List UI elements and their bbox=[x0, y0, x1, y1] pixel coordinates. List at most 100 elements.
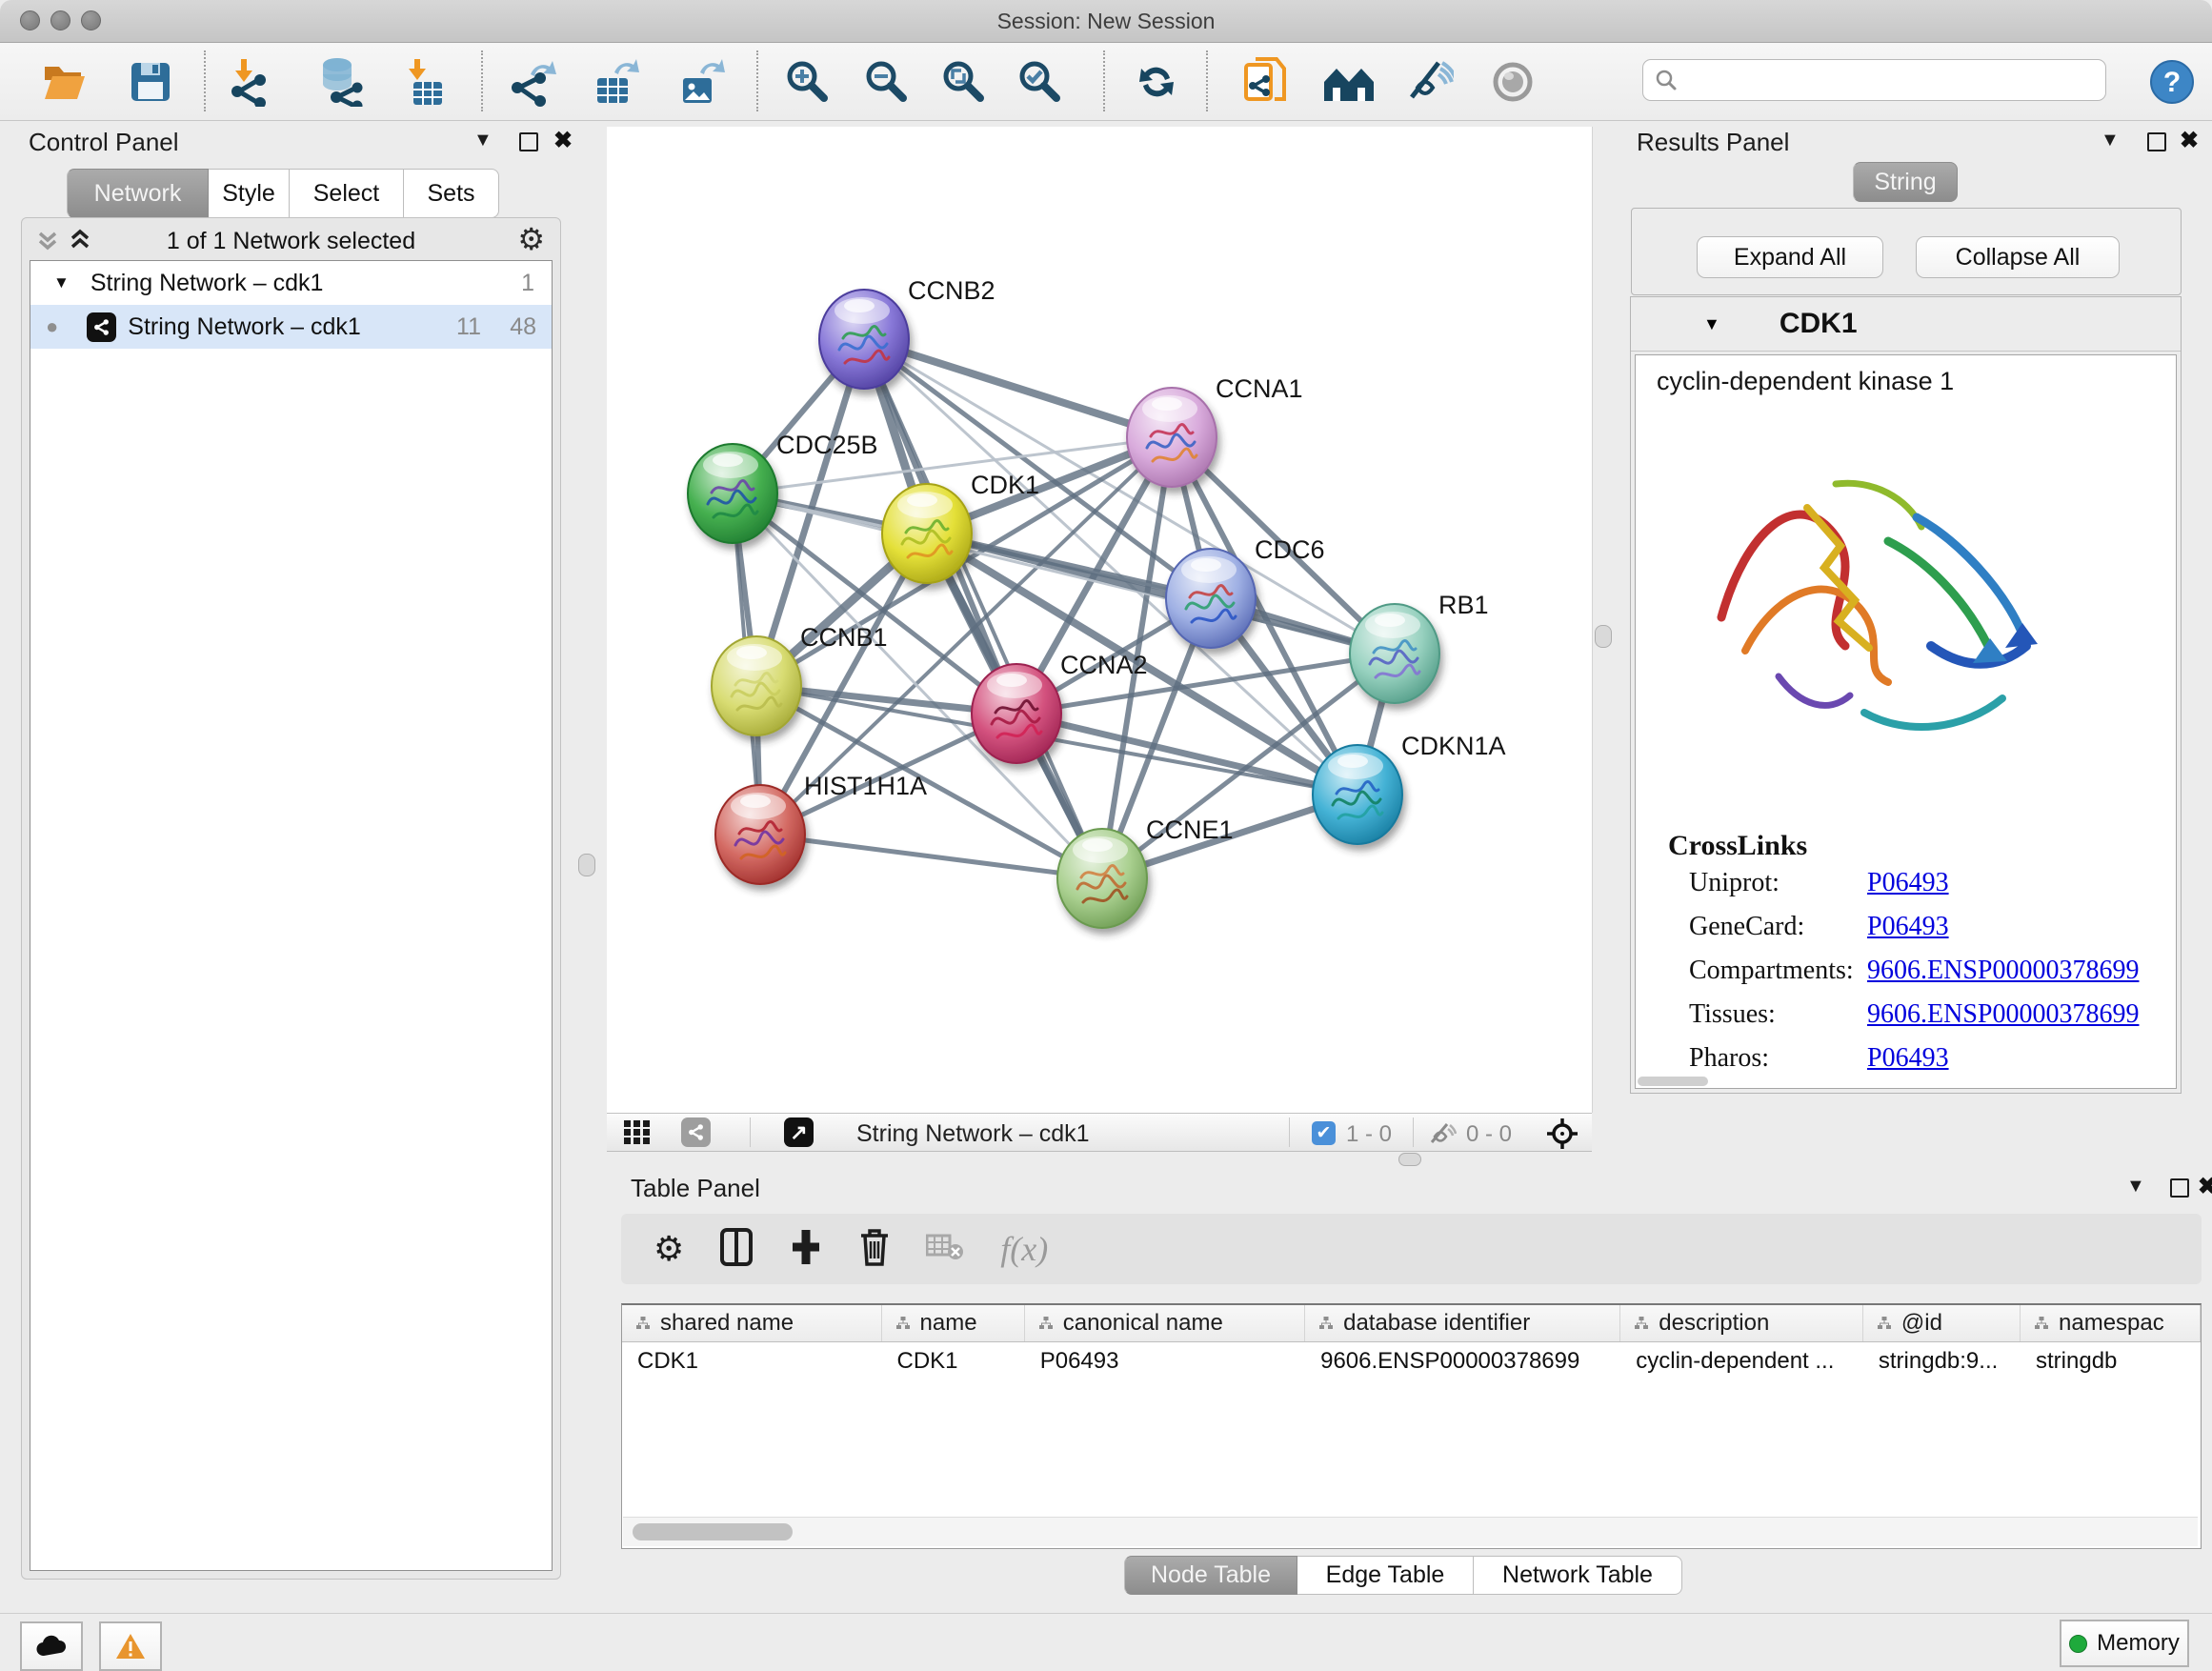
export-image-icon[interactable] bbox=[674, 56, 727, 108]
network-collection-row[interactable]: ▼ String Network – cdk1 1 bbox=[30, 261, 552, 305]
search-field[interactable] bbox=[1642, 59, 2106, 101]
tab-node-table[interactable]: Node Table bbox=[1124, 1556, 1297, 1595]
cell-shared-name[interactable]: CDK1 bbox=[622, 1342, 882, 1380]
refresh-layout-icon[interactable] bbox=[1130, 56, 1183, 108]
table-hscrollbar[interactable] bbox=[623, 1517, 2198, 1546]
import-network-file-icon[interactable] bbox=[224, 56, 277, 108]
crosslink-value-Uniprot[interactable]: P06493 bbox=[1867, 868, 1949, 898]
float-panel-icon[interactable] bbox=[2170, 1178, 2189, 1198]
float-panel-icon[interactable] bbox=[2147, 132, 2166, 151]
cell-database-identifier[interactable]: 9606.ENSP00000378699 bbox=[1305, 1342, 1620, 1380]
columns-icon[interactable] bbox=[720, 1228, 753, 1271]
tab-edge-table[interactable]: Edge Table bbox=[1297, 1556, 1474, 1595]
cell-name[interactable]: CDK1 bbox=[882, 1342, 1025, 1380]
help-icon[interactable]: ? bbox=[2145, 56, 2199, 108]
right-splitter-handle[interactable] bbox=[1595, 625, 1612, 648]
edge-HIST1H1A-CCNE1[interactable] bbox=[760, 835, 1102, 878]
node-CCNA1[interactable] bbox=[1127, 388, 1217, 487]
birdseye-grid-icon[interactable] bbox=[624, 1120, 651, 1150]
close-panel-icon[interactable]: ✖ bbox=[2198, 1173, 2212, 1200]
warning-button[interactable] bbox=[99, 1621, 162, 1671]
zoom-in-icon[interactable] bbox=[781, 56, 835, 108]
node-CDC6[interactable] bbox=[1166, 549, 1256, 648]
node-CDC25B[interactable] bbox=[688, 444, 777, 543]
gear-icon[interactable]: ⚙ bbox=[654, 1229, 684, 1269]
crosslink-value-Pharos[interactable]: P06493 bbox=[1867, 1043, 1949, 1074]
function-icon[interactable]: f(x) bbox=[1000, 1229, 1048, 1269]
expand-all-button[interactable]: Expand All bbox=[1697, 236, 1883, 278]
crosshair-icon[interactable] bbox=[1546, 1117, 1579, 1155]
network-row-selected[interactable]: ● String Network – cdk1 11 48 bbox=[30, 305, 552, 349]
left-splitter-handle[interactable] bbox=[578, 854, 595, 876]
export-table-icon[interactable] bbox=[588, 56, 641, 108]
tab-select[interactable]: Select bbox=[290, 169, 404, 218]
node-CCNB2[interactable] bbox=[819, 290, 909, 389]
crosslink-value-GeneCard[interactable]: P06493 bbox=[1867, 912, 1949, 942]
node-CDKN1A[interactable] bbox=[1313, 745, 1402, 844]
open-session-icon[interactable] bbox=[38, 56, 91, 108]
cell-canonical-name[interactable]: P06493 bbox=[1025, 1342, 1305, 1380]
network-canvas[interactable]: CCNB2CCNA1CDC25BCDK1CDC6RB1CCNB1CCNA2CDK… bbox=[607, 127, 1593, 1113]
crosslink-value-Compartments[interactable]: 9606.ENSP00000378699 bbox=[1867, 956, 2139, 986]
add-column-icon[interactable] bbox=[789, 1228, 823, 1271]
cloud-button[interactable] bbox=[20, 1621, 83, 1671]
protein-section-header[interactable]: ▼ CDK1 bbox=[1631, 297, 2181, 352]
save-session-icon[interactable] bbox=[124, 56, 177, 108]
hidden-eye-slash-icon[interactable] bbox=[1428, 1121, 1457, 1151]
bottom-splitter-handle[interactable] bbox=[1398, 1153, 1421, 1166]
cell-namespac[interactable]: stringdb bbox=[2021, 1342, 2201, 1380]
collapse-all-button[interactable]: Collapse All bbox=[1916, 236, 2120, 278]
hide-glasses-icon[interactable] bbox=[1402, 56, 1456, 108]
column-header-canonical-name[interactable]: canonical name bbox=[1025, 1305, 1305, 1341]
node-CDK1[interactable] bbox=[882, 484, 972, 583]
tab-network[interactable]: Network bbox=[67, 169, 209, 218]
column-header--id[interactable]: @id bbox=[1863, 1305, 2021, 1341]
table-hscroll-thumb[interactable] bbox=[633, 1523, 793, 1540]
panel-menu-icon[interactable]: ▼ bbox=[2101, 130, 2120, 151]
edge-CCNB2-CCNA1[interactable] bbox=[864, 339, 1172, 437]
tab-string[interactable]: String bbox=[1853, 162, 1958, 202]
node-CCNA2[interactable] bbox=[972, 664, 1061, 763]
node-RB1[interactable] bbox=[1350, 604, 1439, 703]
close-panel-icon[interactable]: ✖ bbox=[553, 127, 573, 154]
column-header-shared-name[interactable]: shared name bbox=[622, 1305, 882, 1341]
column-header-database-identifier[interactable]: database identifier bbox=[1305, 1305, 1620, 1341]
string-network-graph[interactable]: CCNB2CCNA1CDC25BCDK1CDC6RB1CCNB1CCNA2CDK… bbox=[607, 127, 1592, 1113]
results-hscroll-thumb[interactable] bbox=[1638, 1077, 1708, 1086]
gear-icon[interactable]: ⚙ bbox=[517, 221, 545, 257]
zoom-fit-icon[interactable] bbox=[937, 56, 991, 108]
collapse-arrow-icon[interactable]: ▼ bbox=[1703, 314, 1720, 334]
tab-sets[interactable]: Sets bbox=[404, 169, 499, 218]
clone-network-icon[interactable] bbox=[1238, 56, 1292, 108]
zoom-out-icon[interactable] bbox=[860, 56, 914, 108]
crosslink-value-Tissues[interactable]: 9606.ENSP00000378699 bbox=[1867, 999, 2139, 1030]
search-input[interactable] bbox=[1678, 66, 2081, 94]
delete-table-icon[interactable] bbox=[926, 1232, 964, 1267]
column-header-name[interactable]: name bbox=[882, 1305, 1025, 1341]
export-network-icon[interactable] bbox=[506, 56, 559, 108]
cell-description[interactable]: cyclin-dependent ... bbox=[1620, 1342, 1863, 1380]
sphere-view-icon[interactable] bbox=[1486, 56, 1539, 108]
node-HIST1H1A[interactable] bbox=[715, 785, 805, 884]
collapse-arrow-icon[interactable]: ▼ bbox=[53, 273, 70, 292]
table-row[interactable]: CDK1CDK1P064939606.ENSP00000378699cyclin… bbox=[622, 1342, 2201, 1380]
panel-menu-icon[interactable]: ▼ bbox=[2126, 1176, 2145, 1198]
tab-network-table[interactable]: Network Table bbox=[1474, 1556, 1682, 1595]
import-table-icon[interactable] bbox=[397, 56, 451, 108]
panel-menu-icon[interactable]: ▼ bbox=[473, 130, 493, 151]
close-panel-icon[interactable]: ✖ bbox=[2180, 127, 2199, 154]
column-header-namespac[interactable]: namespac bbox=[2021, 1305, 2201, 1341]
float-panel-icon[interactable] bbox=[519, 132, 538, 151]
column-header-description[interactable]: description bbox=[1620, 1305, 1863, 1341]
cell--id[interactable]: stringdb:9... bbox=[1863, 1342, 2021, 1380]
zoom-selected-icon[interactable] bbox=[1014, 56, 1067, 108]
share-icon[interactable] bbox=[681, 1117, 711, 1147]
open-in-window-icon[interactable]: ↗ bbox=[784, 1117, 814, 1147]
selected-checkbox[interactable]: ✔ bbox=[1312, 1121, 1336, 1145]
home-icon[interactable] bbox=[1322, 56, 1376, 108]
import-network-database-icon[interactable] bbox=[313, 56, 367, 108]
title-bar[interactable]: Session: New Session bbox=[0, 0, 2212, 43]
tab-style[interactable]: Style bbox=[209, 169, 290, 218]
node-CCNE1[interactable] bbox=[1057, 829, 1147, 928]
delete-icon[interactable] bbox=[859, 1228, 890, 1271]
